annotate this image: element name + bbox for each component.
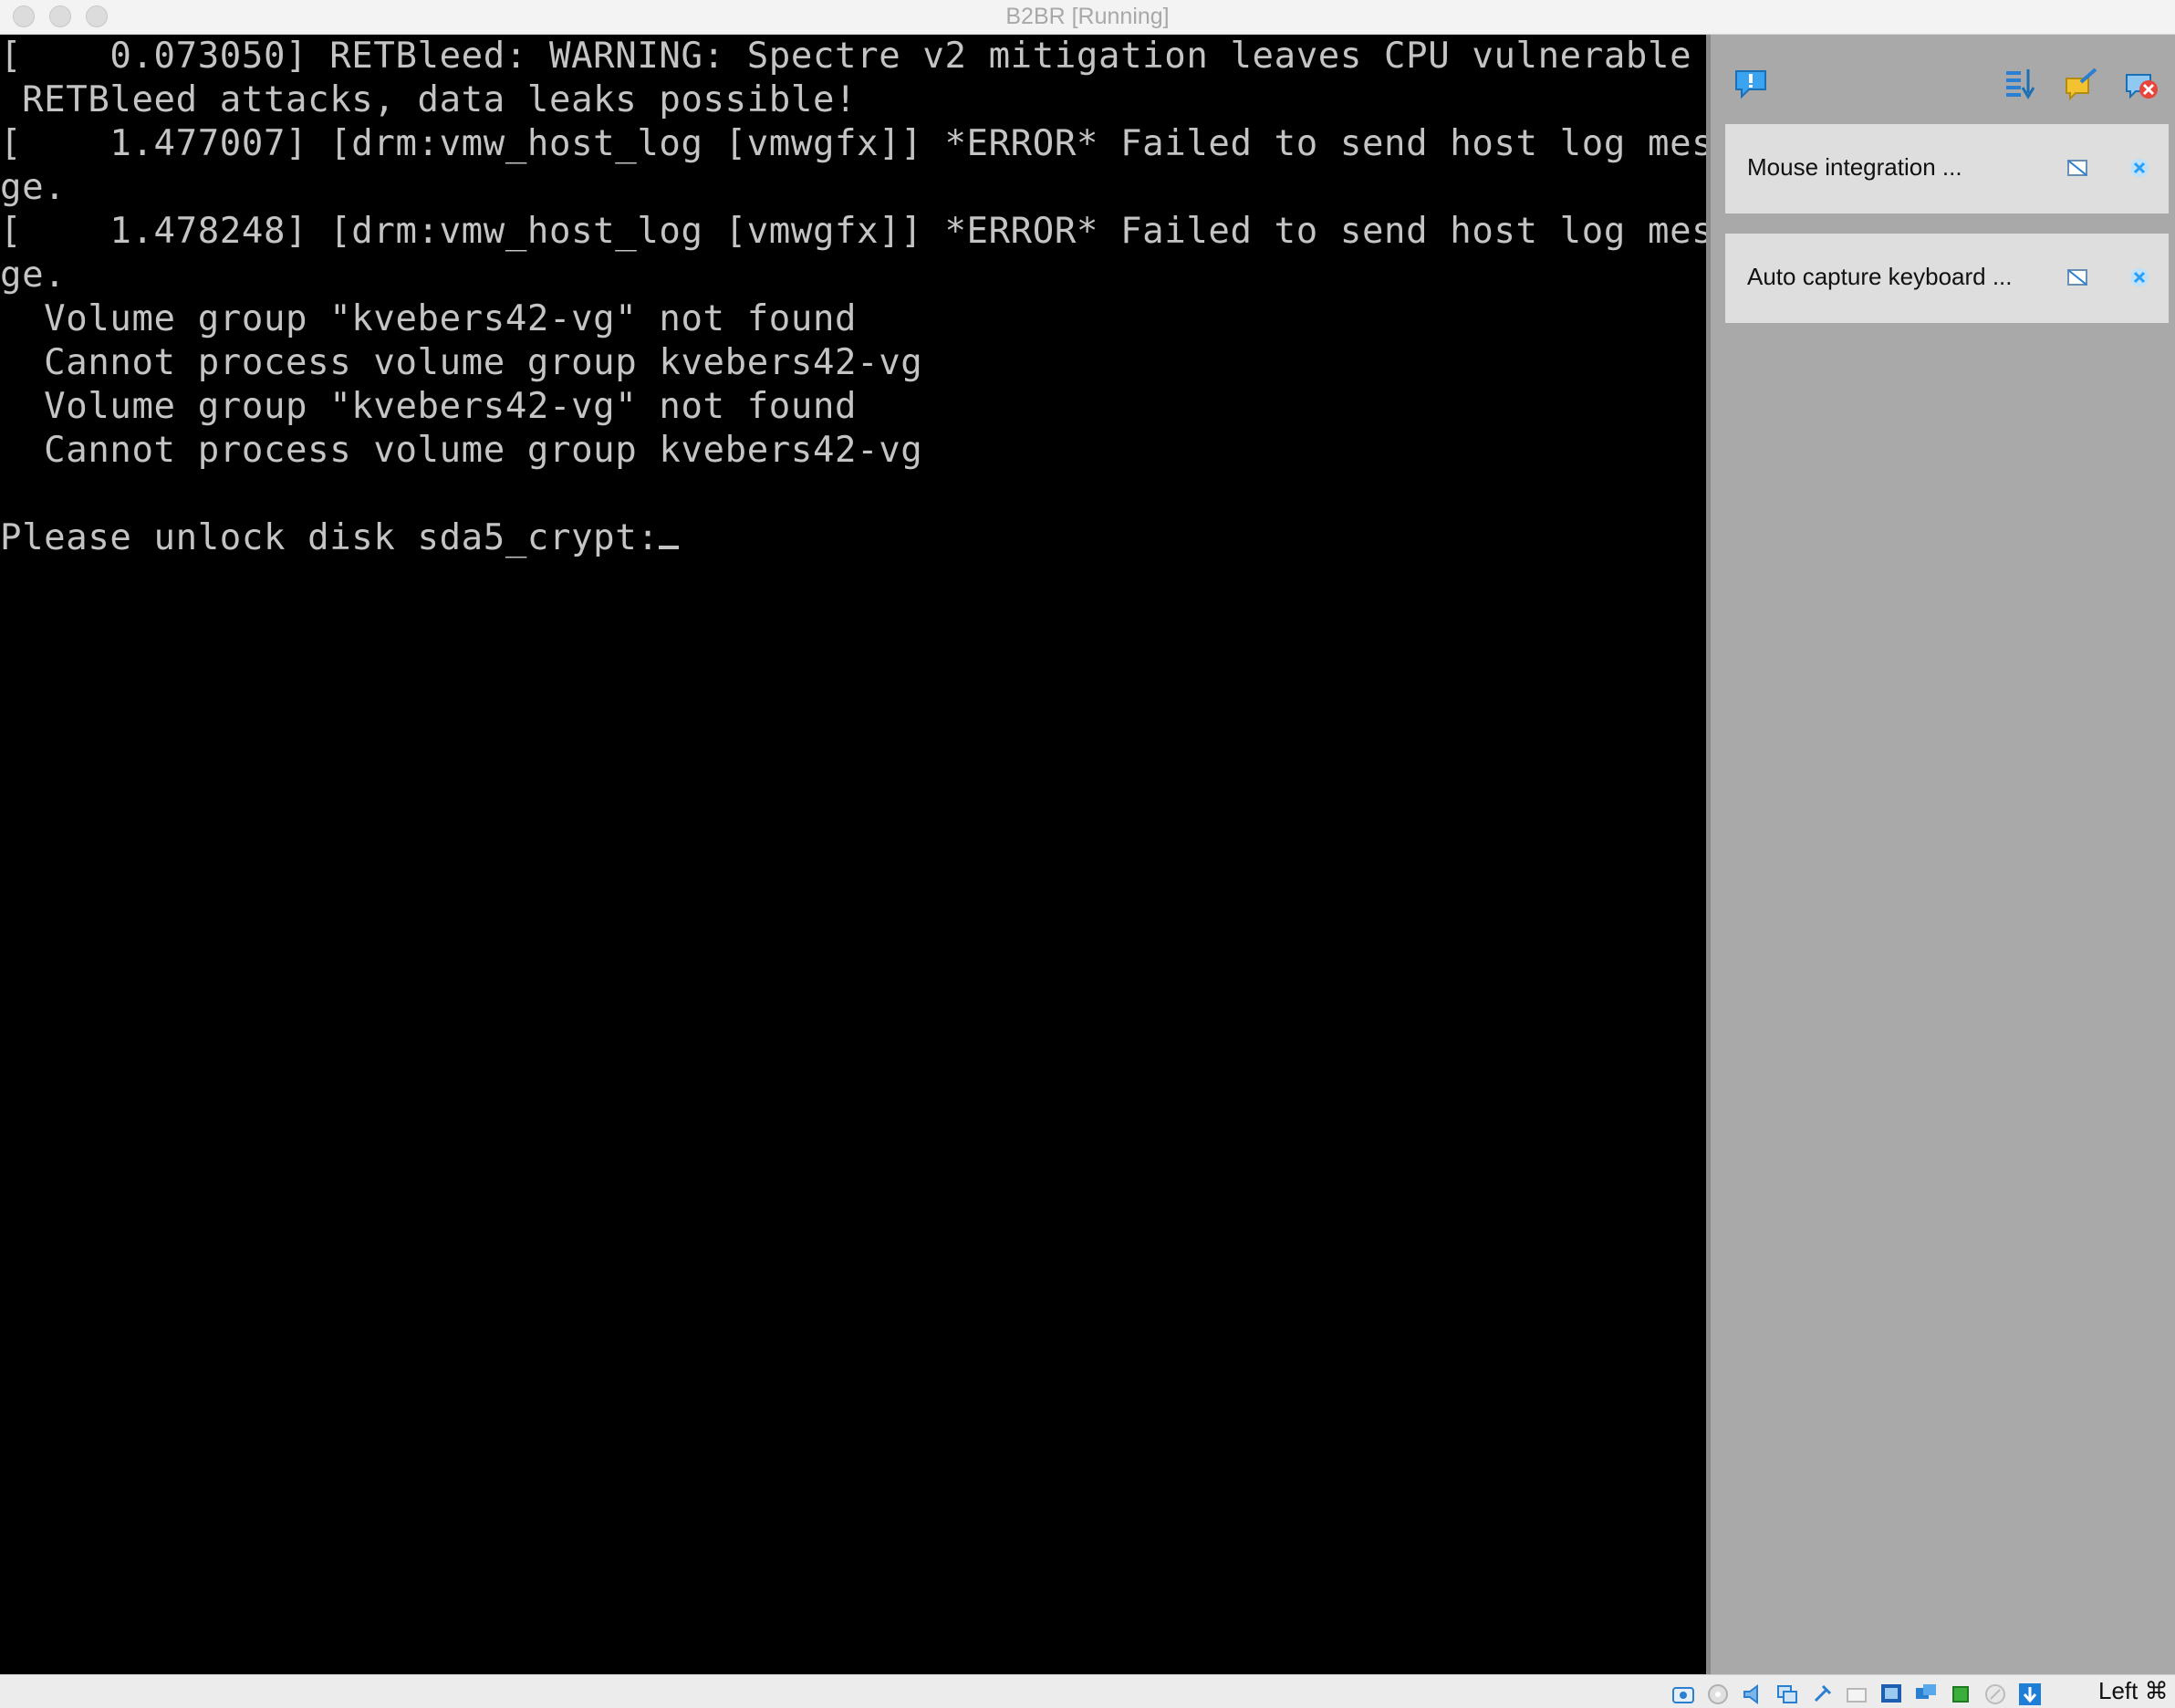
display-icon[interactable] (1878, 1681, 1905, 1708)
acknowledge-all-icon[interactable] (2063, 66, 2099, 102)
unlock-prompt: Please unlock disk sda5_crypt: (0, 517, 660, 558)
keyboard-capture-icon[interactable] (2016, 1681, 2044, 1708)
console-line: Volume group "kvebers42-vg" not found (0, 386, 858, 427)
console-output: [ 0.073050] RETBleed: WARNING: Spectre v… (0, 35, 1706, 560)
do-not-show-again-icon[interactable] (2065, 265, 2090, 290)
console-line: Volume group "kvebers42-vg" not found (0, 298, 858, 339)
usb-icon[interactable] (1808, 1681, 1836, 1708)
network-icon[interactable] (1774, 1681, 1801, 1708)
console-line: [ 0.073050] RETBleed: WARNING: Spectre v… (0, 36, 1706, 77)
vm-console[interactable]: [ 0.073050] RETBleed: WARNING: Spectre v… (0, 35, 1706, 1674)
close-notification-icon[interactable] (2127, 265, 2152, 290)
notification-text: Mouse integration ... (1747, 153, 1962, 181)
status-bar-icons (1670, 1681, 2044, 1708)
notification-text: Auto capture keyboard ... (1747, 263, 2013, 290)
console-line: Cannot process volume group kvebers42-vg (0, 430, 923, 471)
sort-icon[interactable] (2003, 66, 2039, 102)
console-line: Cannot process volume group kvebers42-vg (0, 342, 923, 383)
window-titlebar: B2BR [Running] (0, 0, 2175, 35)
close-all-notifications-icon[interactable] (2123, 66, 2159, 102)
console-line: RETBleed attacks, data leaks possible! (0, 79, 858, 120)
optical-drive-icon[interactable] (1704, 1681, 1732, 1708)
console-line: ge. (0, 167, 67, 208)
audio-icon[interactable] (1739, 1681, 1766, 1708)
notification-mouse-integration[interactable]: Mouse integration ... (1725, 124, 2169, 214)
window-title: B2BR [Running] (1005, 4, 1170, 29)
cpu-icon[interactable] (1947, 1681, 1974, 1708)
shared-folders-icon[interactable] (1843, 1681, 1870, 1708)
mouse-integration-icon[interactable] (1982, 1681, 2009, 1708)
notification-toolbar (1711, 35, 2175, 126)
notification-center: Mouse integration ... Auto capture keybo… (1706, 35, 2175, 1674)
close-notification-icon[interactable] (2127, 155, 2152, 181)
hard-disk-icon[interactable] (1670, 1681, 1697, 1708)
host-key-label: Left ⌘ (2098, 1677, 2169, 1704)
message-alert-icon[interactable] (1733, 66, 1769, 102)
do-not-show-again-icon[interactable] (2065, 155, 2090, 181)
console-line: ge. (0, 255, 67, 296)
vm-status-bar: Left ⌘ (0, 1674, 2175, 1708)
console-line: [ 1.478248] [drm:vmw_host_log [vmwgfx]] … (0, 211, 1706, 252)
console-line: [ 1.477007] [drm:vmw_host_log [vmwgfx]] … (0, 123, 1706, 164)
notification-auto-capture-keyboard[interactable]: Auto capture keyboard ... (1725, 234, 2169, 323)
video-capture-icon[interactable] (1912, 1681, 1940, 1708)
text-cursor (659, 546, 680, 549)
